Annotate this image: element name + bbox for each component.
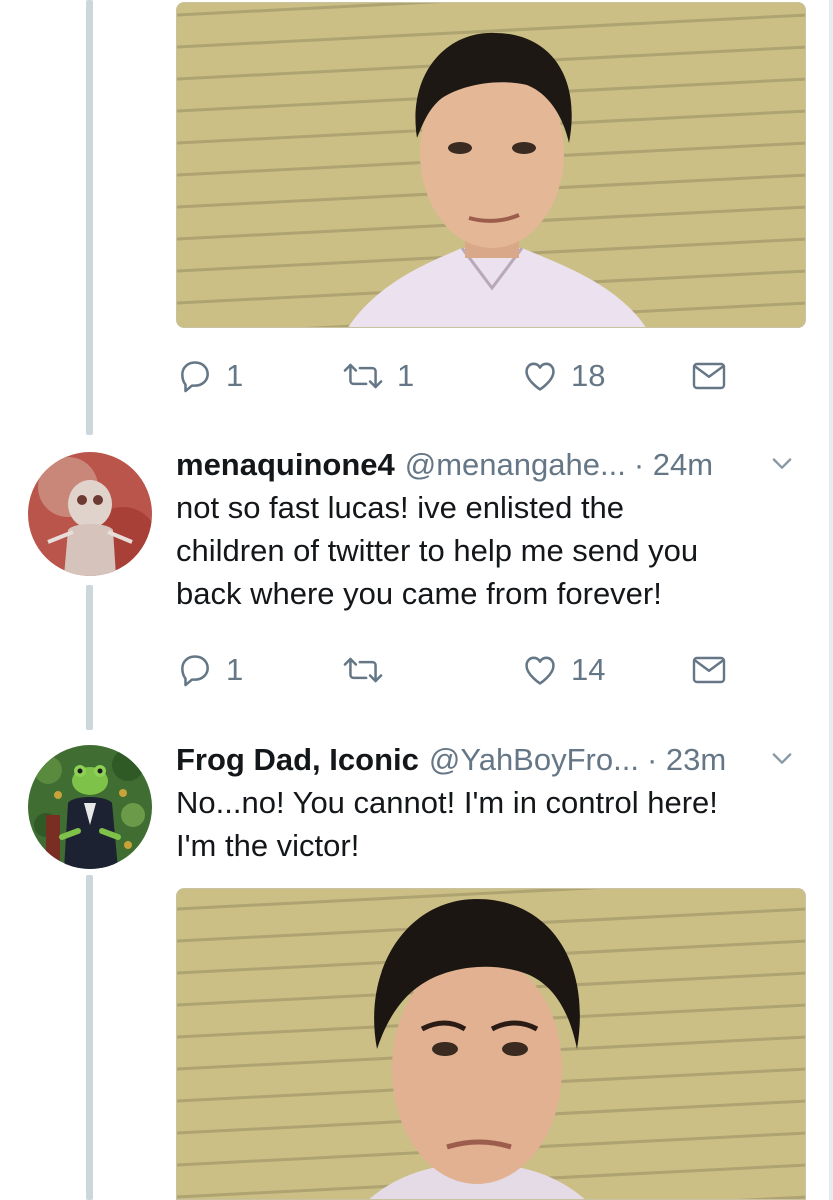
retweet-button[interactable] — [341, 650, 397, 690]
dm-button[interactable] — [691, 356, 727, 396]
reply-count: 1 — [226, 652, 244, 687]
thread-line-bottom — [86, 875, 93, 1200]
chevron-down-icon[interactable] — [768, 453, 796, 473]
thread-line-top — [86, 0, 93, 435]
tweet-actions: 1 1 18 — [176, 356, 736, 396]
reply-button[interactable]: 1 — [176, 650, 243, 690]
tweet-content: menaquinone4 @menangahe... · 24m not so … — [176, 445, 806, 615]
chevron-down-icon[interactable] — [768, 748, 796, 768]
reply-icon — [181, 655, 209, 687]
reply-count: 1 — [226, 358, 244, 393]
tweet-time[interactable]: · 23m — [647, 740, 726, 780]
reply-button[interactable]: 1 — [176, 356, 243, 396]
retweet-button[interactable]: 1 — [341, 356, 414, 396]
like-count: 18 — [571, 358, 606, 393]
tweet-time[interactable]: · 24m — [634, 445, 713, 485]
avatar[interactable] — [28, 452, 152, 576]
like-button[interactable]: 14 — [521, 650, 605, 690]
tweet-header: Frog Dad, Iconic @YahBoyFro... · 23m — [176, 740, 806, 780]
tweet-content: Frog Dad, Iconic @YahBoyFro... · 23m No.… — [176, 740, 806, 867]
mail-icon — [692, 362, 726, 390]
avatar[interactable] — [28, 745, 152, 869]
like-button[interactable]: 18 — [521, 356, 605, 396]
reply-icon — [181, 361, 209, 393]
heart-icon — [525, 362, 555, 391]
tweet-photo[interactable] — [176, 888, 806, 1200]
tweet-actions: 1 14 — [176, 650, 736, 690]
tweet-header: menaquinone4 @menangahe... · 24m — [176, 445, 806, 485]
display-name[interactable]: menaquinone4 — [176, 445, 395, 485]
tweet-photo[interactable] — [176, 2, 806, 328]
mail-icon — [692, 656, 726, 684]
retweet-count: 1 — [397, 358, 415, 393]
retweet-icon — [343, 657, 383, 683]
tweet-text: not so fast lucas! ive enlisted the chil… — [176, 486, 806, 615]
like-count: 14 — [571, 652, 606, 687]
user-handle[interactable]: @YahBoyFro... — [429, 740, 639, 780]
dm-button[interactable] — [691, 650, 727, 690]
user-handle[interactable]: @menangahe... — [405, 445, 626, 485]
tweet-text-line: I'm the victor! — [176, 828, 360, 863]
tweet-text: No...no! You cannot! I'm in control here… — [176, 781, 806, 867]
tweet-text-line: No...no! You cannot! I'm in control here… — [176, 785, 718, 820]
thread-line-middle — [86, 585, 93, 730]
retweet-icon — [343, 363, 383, 389]
scroll-edge — [829, 0, 833, 1200]
heart-icon — [525, 656, 555, 685]
tweet-text-line: back where you came from forever! — [176, 576, 662, 611]
display-name[interactable]: Frog Dad, Iconic — [176, 740, 419, 780]
tweet-text-line: not so fast lucas! ive enlisted the — [176, 490, 625, 525]
tweet-text-line: children of twitter to help me send you — [176, 533, 699, 568]
